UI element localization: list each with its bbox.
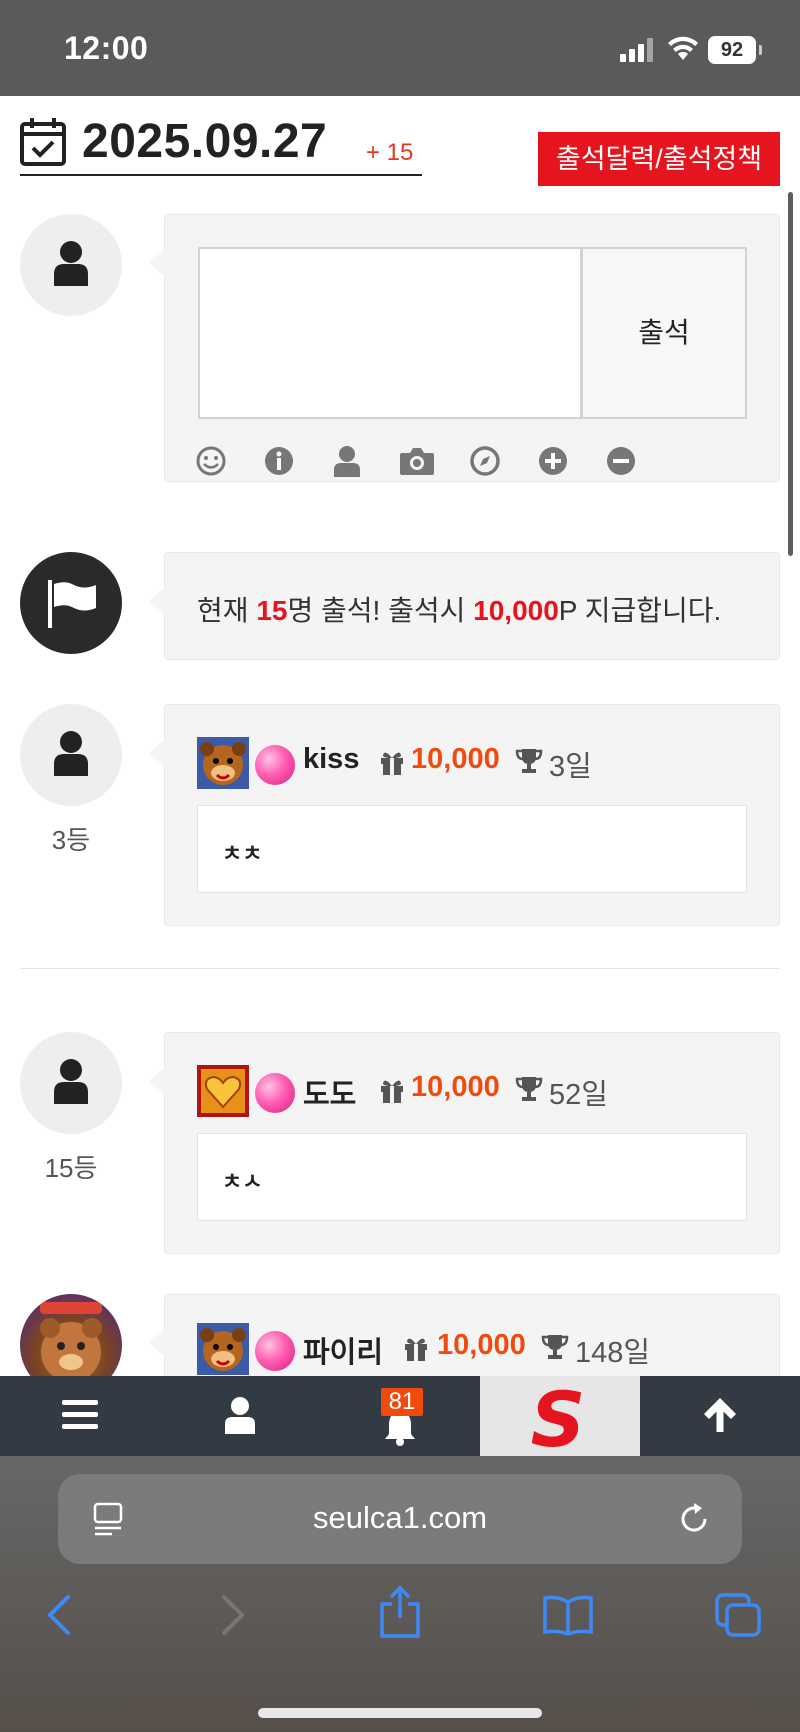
user-mention-icon[interactable] <box>331 445 363 477</box>
user-icon <box>54 731 88 776</box>
level-ball-icon <box>255 745 295 785</box>
notice-bubble: 현재 15명 출석! 출석시 10,000P 지급합니다. <box>149 552 780 660</box>
emoji-icon[interactable] <box>195 445 227 477</box>
site-bottom-nav: 81 S <box>0 1376 800 1456</box>
bear-level-icon <box>197 737 249 789</box>
entry-rank: 3등 <box>51 825 91 855</box>
url-text: seulca1.com <box>312 1500 488 1535</box>
entry-days: 148일 <box>575 1337 651 1369</box>
heart-level-icon <box>197 1065 249 1117</box>
level-ball-icon <box>255 1073 295 1113</box>
entry-username[interactable]: 파이리 <box>303 1329 383 1371</box>
address-bar[interactable]: seulca1.com <box>58 1474 742 1564</box>
status-time: 12:00 <box>64 30 149 66</box>
comment-input[interactable] <box>198 247 582 419</box>
level-ball-icon <box>255 1331 295 1371</box>
profile-button[interactable] <box>160 1376 320 1456</box>
entry-comment: ㅊㅊ <box>197 805 747 893</box>
entry-username[interactable]: kiss <box>303 743 359 776</box>
calendar-check-icon <box>20 118 66 166</box>
entry-days: 52일 <box>549 1079 608 1111</box>
compass-icon[interactable] <box>469 445 501 477</box>
notification-count-badge: 81 <box>381 1388 423 1416</box>
entry-user-row: 파이리 10,000 148일 <box>197 1323 757 1375</box>
home-indicator[interactable] <box>258 1708 542 1718</box>
user-icon <box>54 241 88 286</box>
attendance-count-badge: + 15 <box>366 139 414 166</box>
gift-icon <box>381 752 403 775</box>
character-avatar-image <box>40 1302 102 1376</box>
plus-icon[interactable] <box>537 445 569 477</box>
user-icon <box>225 1397 255 1434</box>
entry-days: 3일 <box>549 751 592 783</box>
date-header: 2025.09.27 + 15 <box>20 106 422 176</box>
scrollbar[interactable] <box>788 192 793 556</box>
tabs-icon[interactable] <box>714 1592 762 1638</box>
user-icon <box>54 1059 88 1104</box>
bear-level-icon <box>197 1323 249 1375</box>
entry-user-row: 도도 10,000 52일 <box>197 1065 757 1117</box>
gift-icon <box>381 1080 403 1103</box>
trophy-icon <box>541 1335 569 1359</box>
attendance-page: 2025.09.27 + 15 출석달력/출석정책 출석 현재 15명 출석! … <box>0 96 800 1376</box>
hamburger-menu-icon <box>62 1400 98 1429</box>
entry-bubble: 도도 10,000 52일 ㅊㅅ <box>149 1032 780 1254</box>
attendance-date: 2025.09.27 <box>82 115 328 168</box>
entry-comment: ㅊㅅ <box>197 1133 747 1221</box>
divider <box>20 968 780 969</box>
camera-icon[interactable] <box>399 445 435 477</box>
entry-points: 10,000 <box>411 1071 500 1103</box>
cellular-signal-icon <box>620 38 654 62</box>
back-icon[interactable] <box>44 1594 74 1636</box>
entry-bubble: kiss 10,000 3일 ㅊㅊ <box>149 704 780 926</box>
gift-icon <box>405 1338 427 1361</box>
attend-button[interactable]: 출석 <box>581 247 747 419</box>
logo-letter: S <box>531 1384 586 1450</box>
forward-icon <box>222 1595 245 1635</box>
minus-icon[interactable] <box>605 445 637 477</box>
bookmarks-icon[interactable] <box>542 1594 594 1636</box>
notice-text: 현재 15명 출석! 출석시 10,000P 지급합니다. <box>197 595 722 626</box>
notice-avatar <box>20 552 122 654</box>
browser-toolbar: seulca1.com <box>0 1456 800 1732</box>
site-logo: S <box>531 1384 586 1450</box>
trophy-icon <box>515 749 543 773</box>
entry-avatar <box>20 704 122 806</box>
compose-bubble: 출석 <box>149 214 780 482</box>
entry-points: 10,000 <box>437 1329 526 1361</box>
status-bar: 12:00 92 <box>0 0 800 96</box>
attendee-count: 15 <box>256 595 288 626</box>
trophy-icon <box>515 1077 543 1101</box>
entry-user-row: kiss 10,000 3일 <box>197 737 757 789</box>
scroll-top-button[interactable] <box>640 1376 800 1456</box>
attendance-policy-button[interactable]: 출석달력/출석정책 <box>538 132 780 186</box>
entry-avatar <box>20 1032 122 1134</box>
entry-bubble: 파이리 10,000 148일 <box>149 1294 780 1376</box>
battery-indicator: 92 <box>708 36 762 64</box>
entry-username[interactable]: 도도 <box>303 1071 356 1113</box>
wifi-icon <box>668 36 698 60</box>
entry-points: 10,000 <box>411 743 500 775</box>
my-avatar <box>20 214 122 316</box>
entry-photo-avatar <box>20 1294 122 1376</box>
entry-rank: 15등 <box>44 1153 98 1183</box>
arrow-up-icon <box>704 1398 736 1432</box>
flag-icon <box>48 580 96 628</box>
reward-points: 10,000 <box>473 595 559 626</box>
share-icon[interactable] <box>378 1586 422 1638</box>
reload-icon[interactable] <box>678 1502 710 1536</box>
info-icon[interactable] <box>263 445 295 477</box>
menu-button[interactable] <box>0 1376 160 1456</box>
site-logo-button[interactable]: S <box>480 1376 640 1456</box>
